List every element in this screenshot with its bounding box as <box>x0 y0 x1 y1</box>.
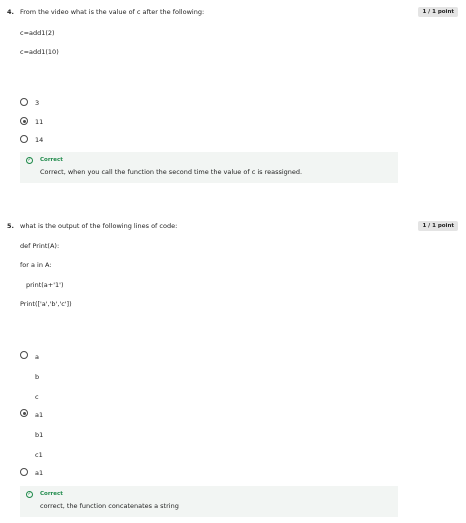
feedback-box: ✓ Correct Correct, when you call the fun… <box>20 152 398 183</box>
feedback-box: ✓ Correct correct, the function concaten… <box>20 486 398 517</box>
code-line: def Print(A): <box>20 242 60 250</box>
option-line: c <box>35 393 39 401</box>
radio-button-selected[interactable] <box>20 117 28 125</box>
radio-button[interactable] <box>20 351 28 359</box>
check-icon: ✓ <box>26 491 33 498</box>
code-line: c=add1(10) <box>20 48 59 56</box>
radio-button[interactable] <box>20 98 28 106</box>
option-line: a <box>35 353 39 361</box>
option-line: c1 <box>35 451 43 459</box>
radio-button-selected[interactable] <box>20 409 28 417</box>
radio-button[interactable] <box>20 468 28 476</box>
question-text: From the video what is the value of c af… <box>20 8 205 16</box>
option-label: 14 <box>35 136 44 144</box>
question-number: 5. <box>7 222 14 230</box>
feedback-title: Correct <box>40 491 63 497</box>
question-number: 4. <box>7 8 14 16</box>
feedback-text: correct, the function concatenates a str… <box>40 502 179 510</box>
feedback-text: Correct, when you call the function the … <box>40 168 303 176</box>
option-line: b <box>35 373 40 381</box>
code-line: Print(['a','b','c']) <box>20 300 72 308</box>
code-line: print(a+'1') <box>26 281 64 289</box>
option-label: 3 <box>35 99 40 107</box>
option-line: a1 <box>35 411 44 419</box>
code-line: c=add1(2) <box>20 29 55 37</box>
code-line: for a in A: <box>20 261 52 269</box>
option-line: b1 <box>35 431 44 439</box>
question-text: what is the output of the following line… <box>20 222 178 230</box>
radio-button[interactable] <box>20 135 28 143</box>
option-label: 11 <box>35 118 44 126</box>
points-badge: 1 / 1 point <box>418 221 458 231</box>
option-line: a1 <box>35 469 44 477</box>
check-icon: ✓ <box>26 157 33 164</box>
feedback-title: Correct <box>40 157 63 163</box>
points-badge: 1 / 1 point <box>418 7 458 17</box>
